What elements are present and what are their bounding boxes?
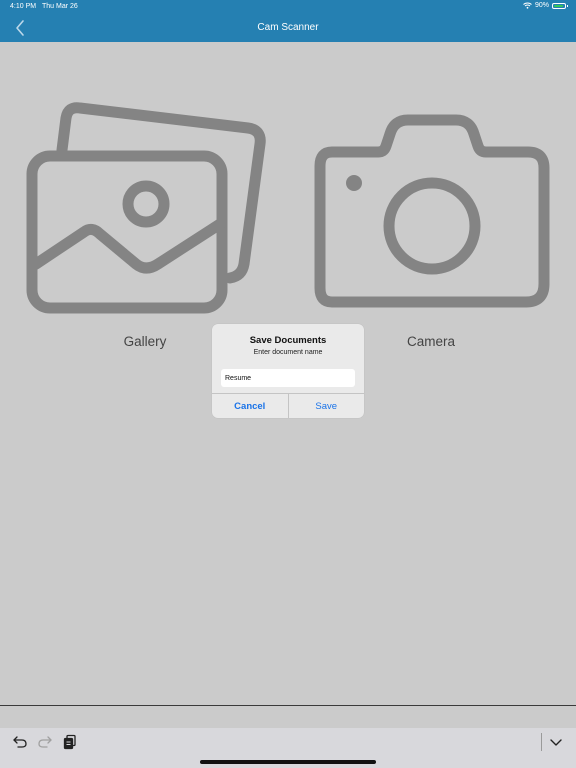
status-indicators: 90%: [523, 2, 568, 9]
wifi-icon: [523, 2, 532, 9]
undo-button[interactable]: [12, 734, 28, 750]
dialog-buttons: Cancel Save: [212, 393, 364, 418]
redo-button[interactable]: [37, 734, 53, 750]
gallery-option[interactable]: Gallery: [20, 100, 270, 360]
undo-icon: [13, 736, 27, 748]
redo-icon: [38, 736, 52, 748]
document-name-input[interactable]: [221, 369, 355, 387]
page-title: Cam Scanner: [257, 22, 319, 33]
status-time: 4:10 PM: [10, 3, 37, 10]
battery-icon: [552, 2, 568, 9]
dismiss-keyboard-button[interactable]: [548, 734, 564, 750]
paste-icon: [63, 734, 76, 750]
cancel-button[interactable]: Cancel: [212, 394, 289, 418]
save-documents-dialog: Save Documents Enter document name Cance…: [212, 324, 364, 418]
camera-icon: [314, 114, 550, 308]
camera-option[interactable]: Camera: [306, 100, 556, 360]
status-date: Thu Mar 26: [42, 3, 78, 10]
gallery-icon: [26, 102, 266, 314]
dialog-message: Enter document name: [253, 349, 323, 356]
chevron-down-icon: [550, 739, 562, 746]
navigation-bar: Cam Scanner: [0, 14, 576, 42]
divider: [0, 705, 576, 706]
status-bar: 4:10 PM Thu Mar 26 90%: [0, 0, 576, 14]
battery-percent: 90%: [534, 2, 549, 9]
paste-button[interactable]: [62, 734, 78, 750]
dialog-title: Save Documents: [249, 335, 327, 346]
toolbar-separator: [541, 733, 542, 751]
save-button[interactable]: Save: [289, 394, 365, 418]
home-indicator: [200, 760, 376, 764]
